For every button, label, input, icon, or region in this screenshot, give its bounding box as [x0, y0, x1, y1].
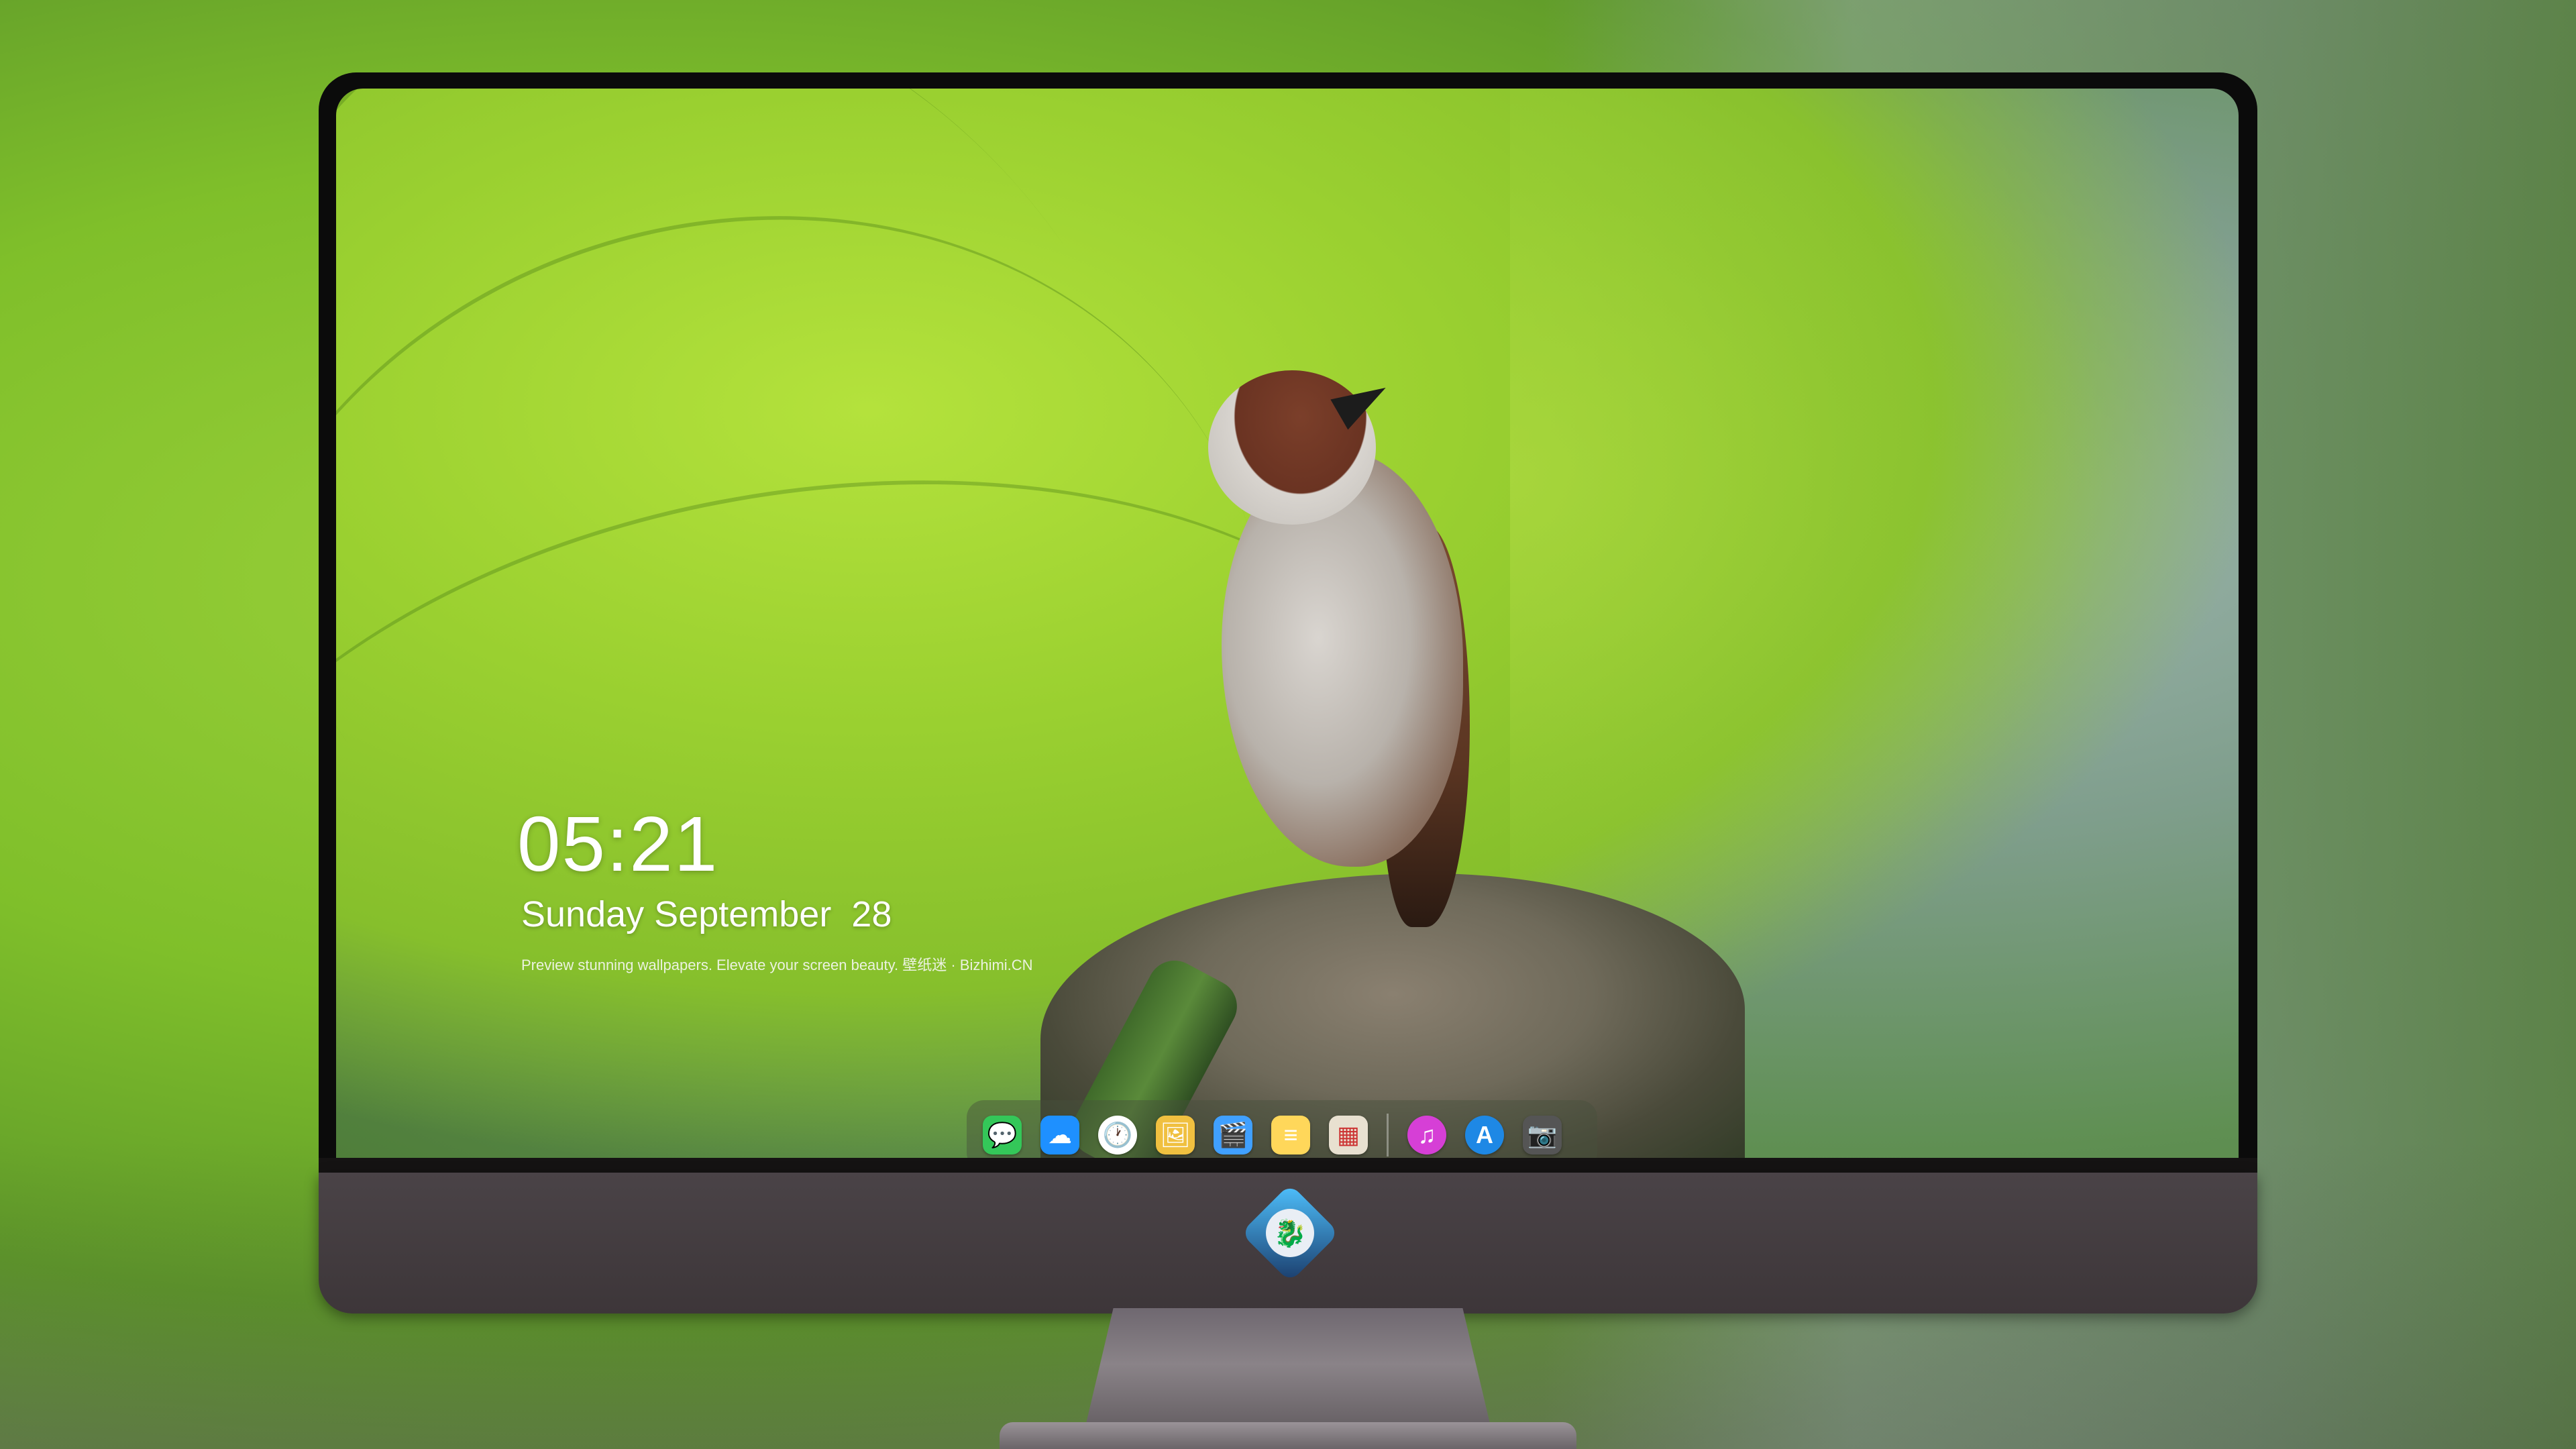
- camera-icon[interactable]: 📷: [1523, 1116, 1562, 1155]
- dock-separator: [1387, 1114, 1389, 1157]
- lock-screen-time: 05:21: [517, 800, 719, 888]
- messages-icon[interactable]: 💬: [983, 1116, 1022, 1155]
- leaf-highlight: [1510, 89, 2114, 994]
- photo-booth-icon[interactable]: ▦: [1329, 1116, 1368, 1155]
- clips-icon[interactable]: 🎬: [1214, 1116, 1252, 1155]
- preview-icon[interactable]: 🖼: [1156, 1116, 1195, 1155]
- sparrow: [1181, 370, 1477, 947]
- app-store-icon[interactable]: A: [1465, 1116, 1504, 1155]
- lock-screen-date: Sunday September 28: [521, 894, 892, 934]
- monitor: 05:21 Sunday September 28 Preview stunni…: [319, 72, 2257, 1313]
- notes-icon[interactable]: ≡: [1271, 1116, 1310, 1155]
- dock: 💬 ☁ 🕐 🖼 🎬 ≡ ▦ ♫ A 📷: [967, 1100, 1597, 1158]
- wallpaper-caption: Preview stunning wallpapers. Elevate you…: [521, 957, 1033, 973]
- desktop-screen: 05:21 Sunday September 28 Preview stunni…: [336, 89, 2239, 1158]
- dragon-mascot-icon: 🐉: [1266, 1209, 1314, 1257]
- monitor-stand-base: [1000, 1422, 1576, 1449]
- music-icon[interactable]: ♫: [1407, 1116, 1446, 1155]
- bezel-bottom-edge: [319, 1158, 2257, 1174]
- clock-icon[interactable]: 🕐: [1098, 1116, 1137, 1155]
- weather-icon[interactable]: ☁: [1040, 1116, 1079, 1155]
